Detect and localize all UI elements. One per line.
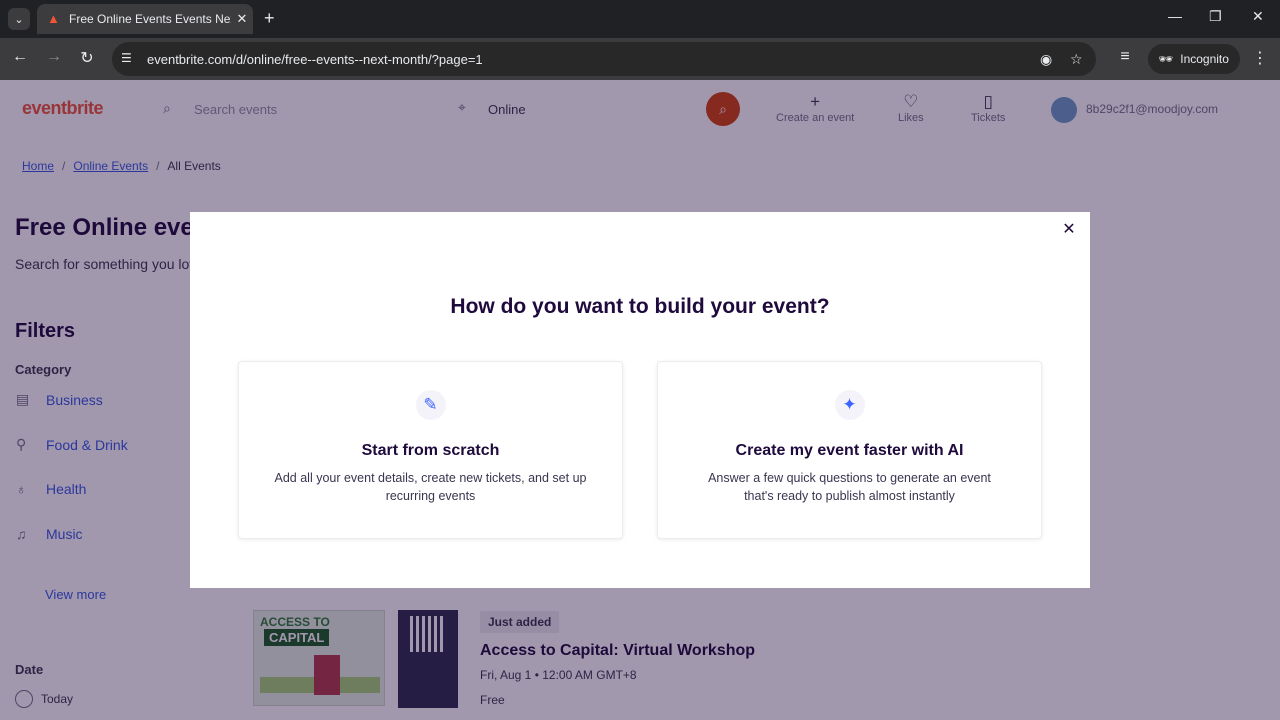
modal-heading: How do you want to build your event? [450,295,830,318]
start-from-scratch-option[interactable]: ✎ Start from scratch Add all your event … [238,361,623,539]
tab-search-button[interactable]: ⌄ [8,8,30,30]
incognito-icon: 🕶 [1158,52,1174,66]
browser-menu-icon[interactable]: ⋮ [1252,48,1268,68]
eye-off-icon[interactable]: ◉ [1040,51,1052,68]
tab-title: Free Online Events Events Next [69,12,231,26]
browser-tab-strip: ⌄ ▲ Free Online Events Events Next ✕ + —… [0,0,1280,38]
site-info-icon[interactable]: ☰ [121,51,132,65]
option-title: Create my event faster with AI [735,442,964,459]
close-icon[interactable]: ✕ [1059,220,1079,240]
forward-icon[interactable]: → [43,48,65,66]
close-tab-icon[interactable]: ✕ [231,11,253,27]
bookmark-star-icon[interactable]: ☆ [1070,51,1083,68]
build-event-modal: ✕ How do you want to build your event? ✎… [190,212,1090,588]
pencil-icon: ✎ [415,390,446,420]
address-bar[interactable]: ☰ eventbrite.com/d/online/free--events--… [112,42,1096,76]
create-with-ai-option[interactable]: ✦ Create my event faster with AI Answer … [657,361,1042,539]
browser-toolbar: ← → ↻ ☰ eventbrite.com/d/online/free--ev… [0,38,1280,80]
restore-icon[interactable]: ❐ [1209,8,1222,25]
browser-tab[interactable]: ▲ Free Online Events Events Next ✕ [37,4,253,34]
incognito-indicator[interactable]: 🕶 Incognito [1148,44,1240,74]
incognito-label: Incognito [1180,52,1229,66]
option-description: Answer a few quick questions to generate… [708,471,991,503]
minimize-icon[interactable]: — [1168,8,1182,24]
page-content: eventbrite ⌕ Search events ⌖ Online ⌕ + … [0,80,1280,720]
magic-wand-icon: ✦ [834,390,865,420]
window-close-icon[interactable]: ✕ [1252,8,1264,25]
new-tab-icon[interactable]: + [264,8,275,28]
back-icon[interactable]: ← [9,48,31,66]
url-text[interactable]: eventbrite.com/d/online/free--events--ne… [147,52,483,67]
option-title: Start from scratch [361,442,500,459]
option-description: Add all your event details, create new t… [274,471,587,503]
eventbrite-favicon-icon: ▲ [47,11,60,26]
reload-icon[interactable]: ↻ [76,48,98,68]
media-controls-icon[interactable]: ≡ [1114,48,1136,66]
